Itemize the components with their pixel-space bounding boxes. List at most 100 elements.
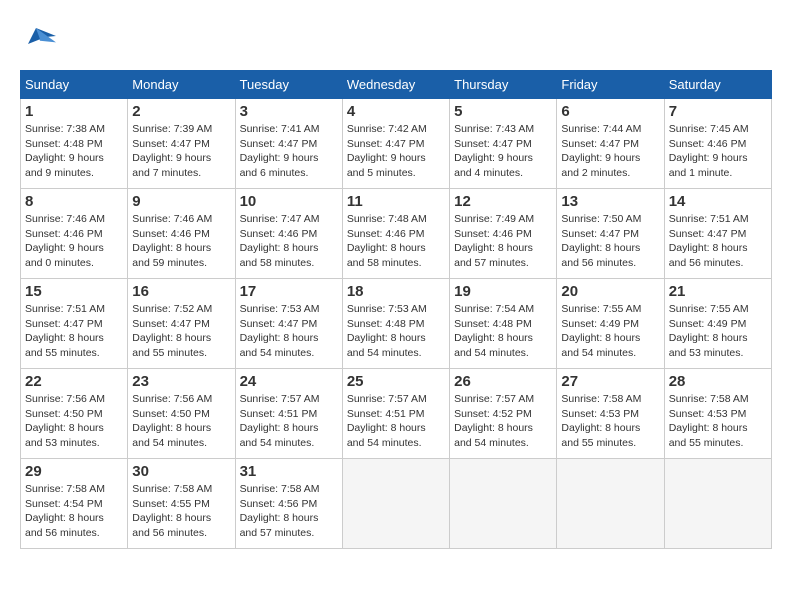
- day-number: 21: [669, 283, 767, 300]
- day-info: Sunrise: 7:47 AMSunset: 4:46 PMDaylight:…: [240, 212, 338, 271]
- week-row-1: 1Sunrise: 7:38 AMSunset: 4:48 PMDaylight…: [21, 99, 772, 189]
- week-row-4: 22 Sunrise: 7:56 AMSunset: 4:50 PMDayligh…: [21, 369, 772, 459]
- day-cell-22: 22Sunrise: 7:56 AMSunset: 4:50 PMDayligh…: [21, 369, 128, 459]
- day-number: 30: [132, 463, 230, 480]
- day-info: Sunrise: 7:55 AMSunset: 4:49 PMDaylight:…: [561, 302, 659, 361]
- day-info: Sunrise: 7:49 AMSunset: 4:46 PMDaylight:…: [454, 212, 552, 271]
- day-info: Sunrise: 7:58 AMSunset: 4:53 PMDaylight:…: [561, 392, 659, 451]
- day-cell-24: 24 Sunrise: 7:57 AMSunset: 4:51 PMDayligh…: [235, 369, 342, 459]
- day-info: Sunrise: 7:56 AMSunset: 4:50 PMDaylight:…: [132, 392, 230, 451]
- day-number: 6: [561, 103, 659, 120]
- weekday-header-tuesday: Tuesday: [235, 71, 342, 99]
- logo: [20, 20, 64, 60]
- empty-cell: [450, 459, 557, 549]
- day-cell-10: 10 Sunrise: 7:47 AMSunset: 4:46 PMDayligh…: [235, 189, 342, 279]
- week-row-5: 29Sunrise: 7:58 AMSunset: 4:54 PMDayligh…: [21, 459, 772, 549]
- weekday-header-row: SundayMondayTuesdayWednesdayThursdayFrid…: [21, 71, 772, 99]
- day-info: Sunrise: 7:53 AMSunset: 4:48 PMDaylight:…: [347, 302, 445, 361]
- day-cell-21: 21 Sunrise: 7:55 AMSunset: 4:49 PMDayligh…: [664, 279, 771, 369]
- day-number: 9: [132, 193, 230, 210]
- day-cell-31: 31 Sunrise: 7:58 AMSunset: 4:56 PMDayligh…: [235, 459, 342, 549]
- weekday-header-monday: Monday: [128, 71, 235, 99]
- day-number: 24: [240, 373, 338, 390]
- day-cell-14: 14Sunrise: 7:51 AMSunset: 4:47 PMDayligh…: [664, 189, 771, 279]
- day-info: Sunrise: 7:57 AMSunset: 4:51 PMDaylight:…: [240, 392, 338, 451]
- day-info: Sunrise: 7:46 AMSunset: 4:46 PMDaylight:…: [132, 212, 230, 271]
- day-info: Sunrise: 7:44 AMSunset: 4:47 PMDaylight:…: [561, 122, 659, 181]
- day-number: 29: [25, 463, 123, 480]
- day-number: 26: [454, 373, 552, 390]
- day-info: Sunrise: 7:58 AMSunset: 4:55 PMDaylight:…: [132, 482, 230, 541]
- day-number: 1: [25, 103, 123, 120]
- day-cell-25: 25 Sunrise: 7:57 AMSunset: 4:51 PMDayligh…: [342, 369, 449, 459]
- day-info: Sunrise: 7:48 AMSunset: 4:46 PMDaylight:…: [347, 212, 445, 271]
- day-cell-29: 29Sunrise: 7:58 AMSunset: 4:54 PMDayligh…: [21, 459, 128, 549]
- day-cell-20: 20Sunrise: 7:55 AMSunset: 4:49 PMDayligh…: [557, 279, 664, 369]
- day-cell-18: 18 Sunrise: 7:53 AMSunset: 4:48 PMDayligh…: [342, 279, 449, 369]
- weekday-header-saturday: Saturday: [664, 71, 771, 99]
- day-info: Sunrise: 7:39 AMSunset: 4:47 PMDaylight:…: [132, 122, 230, 181]
- weekday-header-friday: Friday: [557, 71, 664, 99]
- day-cell-13: 13Sunrise: 7:50 AMSunset: 4:47 PMDayligh…: [557, 189, 664, 279]
- day-cell-7: 7Sunrise: 7:45 AMSunset: 4:46 PMDaylight…: [664, 99, 771, 189]
- day-cell-3: 3 Sunrise: 7:41 AMSunset: 4:47 PMDaylight…: [235, 99, 342, 189]
- weekday-header-thursday: Thursday: [450, 71, 557, 99]
- day-cell-27: 27Sunrise: 7:58 AMSunset: 4:53 PMDayligh…: [557, 369, 664, 459]
- day-info: Sunrise: 7:58 AMSunset: 4:53 PMDaylight:…: [669, 392, 767, 451]
- day-number: 15: [25, 283, 123, 300]
- day-number: 10: [240, 193, 338, 210]
- day-number: 7: [669, 103, 767, 120]
- day-info: Sunrise: 7:55 AMSunset: 4:49 PMDaylight:…: [669, 302, 767, 361]
- day-number: 25: [347, 373, 445, 390]
- day-cell-5: 5 Sunrise: 7:43 AMSunset: 4:47 PMDaylight…: [450, 99, 557, 189]
- day-info: Sunrise: 7:42 AMSunset: 4:47 PMDaylight:…: [347, 122, 445, 181]
- weekday-header-wednesday: Wednesday: [342, 71, 449, 99]
- empty-cell: [557, 459, 664, 549]
- week-row-2: 8 Sunrise: 7:46 AMSunset: 4:46 PMDaylight…: [21, 189, 772, 279]
- day-number: 31: [240, 463, 338, 480]
- day-cell-6: 6 Sunrise: 7:44 AMSunset: 4:47 PMDaylight…: [557, 99, 664, 189]
- day-cell-16: 16 Sunrise: 7:52 AMSunset: 4:47 PMDayligh…: [128, 279, 235, 369]
- day-cell-12: 12 Sunrise: 7:49 AMSunset: 4:46 PMDayligh…: [450, 189, 557, 279]
- day-info: Sunrise: 7:41 AMSunset: 4:47 PMDaylight:…: [240, 122, 338, 181]
- empty-cell: [342, 459, 449, 549]
- day-number: 5: [454, 103, 552, 120]
- day-number: 19: [454, 283, 552, 300]
- day-info: Sunrise: 7:51 AMSunset: 4:47 PMDaylight:…: [25, 302, 123, 361]
- day-cell-4: 4 Sunrise: 7:42 AMSunset: 4:47 PMDaylight…: [342, 99, 449, 189]
- day-number: 28: [669, 373, 767, 390]
- day-cell-15: 15 Sunrise: 7:51 AMSunset: 4:47 PMDayligh…: [21, 279, 128, 369]
- day-cell-8: 8 Sunrise: 7:46 AMSunset: 4:46 PMDaylight…: [21, 189, 128, 279]
- header: [20, 20, 772, 60]
- day-number: 17: [240, 283, 338, 300]
- day-cell-26: 26Sunrise: 7:57 AMSunset: 4:52 PMDayligh…: [450, 369, 557, 459]
- day-info: Sunrise: 7:53 AMSunset: 4:47 PMDaylight:…: [240, 302, 338, 361]
- day-cell-9: 9 Sunrise: 7:46 AMSunset: 4:46 PMDaylight…: [128, 189, 235, 279]
- day-number: 16: [132, 283, 230, 300]
- day-info: Sunrise: 7:46 AMSunset: 4:46 PMDaylight:…: [25, 212, 123, 271]
- day-cell-23: 23 Sunrise: 7:56 AMSunset: 4:50 PMDayligh…: [128, 369, 235, 459]
- week-row-3: 15 Sunrise: 7:51 AMSunset: 4:47 PMDayligh…: [21, 279, 772, 369]
- day-info: Sunrise: 7:50 AMSunset: 4:47 PMDaylight:…: [561, 212, 659, 271]
- day-cell-2: 2Sunrise: 7:39 AMSunset: 4:47 PMDaylight…: [128, 99, 235, 189]
- day-info: Sunrise: 7:43 AMSunset: 4:47 PMDaylight:…: [454, 122, 552, 181]
- day-number: 11: [347, 193, 445, 210]
- day-cell-30: 30 Sunrise: 7:58 AMSunset: 4:55 PMDayligh…: [128, 459, 235, 549]
- day-cell-28: 28 Sunrise: 7:58 AMSunset: 4:53 PMDayligh…: [664, 369, 771, 459]
- day-info: Sunrise: 7:58 AMSunset: 4:56 PMDaylight:…: [240, 482, 338, 541]
- day-number: 22: [25, 373, 123, 390]
- day-number: 3: [240, 103, 338, 120]
- day-info: Sunrise: 7:57 AMSunset: 4:51 PMDaylight:…: [347, 392, 445, 451]
- day-number: 4: [347, 103, 445, 120]
- empty-cell: [664, 459, 771, 549]
- day-cell-19: 19Sunrise: 7:54 AMSunset: 4:48 PMDayligh…: [450, 279, 557, 369]
- day-info: Sunrise: 7:52 AMSunset: 4:47 PMDaylight:…: [132, 302, 230, 361]
- day-cell-11: 11 Sunrise: 7:48 AMSunset: 4:46 PMDayligh…: [342, 189, 449, 279]
- day-number: 18: [347, 283, 445, 300]
- weekday-header-sunday: Sunday: [21, 71, 128, 99]
- day-number: 23: [132, 373, 230, 390]
- day-number: 12: [454, 193, 552, 210]
- calendar: SundayMondayTuesdayWednesdayThursdayFrid…: [20, 70, 772, 549]
- day-number: 8: [25, 193, 123, 210]
- day-info: Sunrise: 7:51 AMSunset: 4:47 PMDaylight:…: [669, 212, 767, 271]
